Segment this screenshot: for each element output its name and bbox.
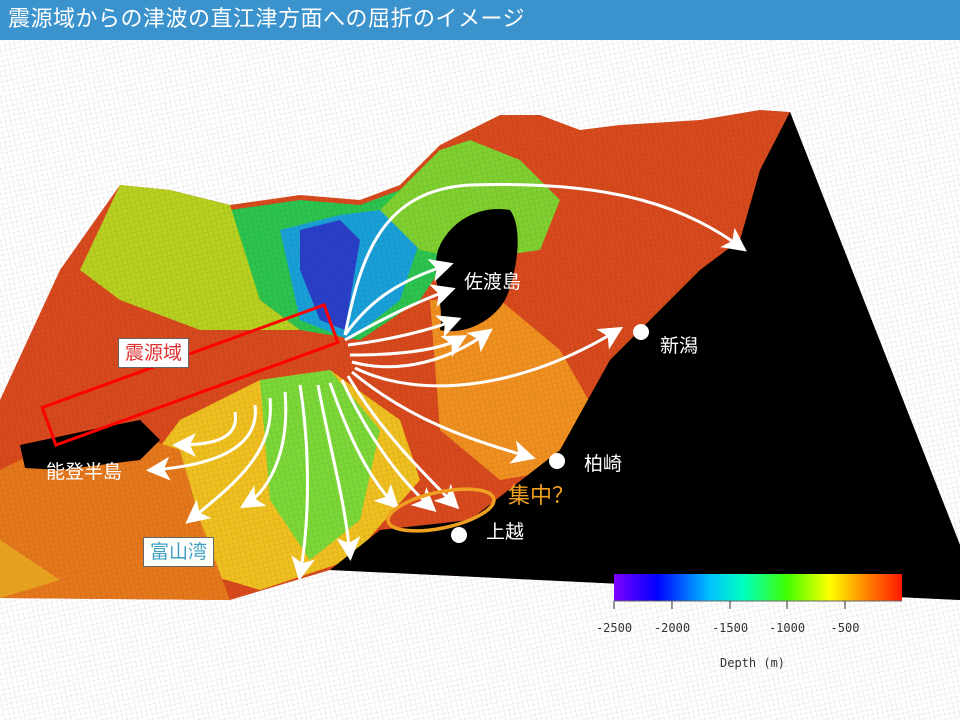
colorbar-tick: -500 xyxy=(830,621,860,635)
title-bar: 震源域からの津波の直江津方面への屈折のイメージ xyxy=(0,0,960,40)
joetsu-label: 上越 xyxy=(486,521,525,543)
colorbar-tick: -2500 xyxy=(595,621,633,635)
niigata-marker xyxy=(633,324,649,340)
colorbar-tick: -1000 xyxy=(768,621,806,635)
colorbar-tick: -2000 xyxy=(653,621,691,635)
noto-peninsula-label: 能登半島 xyxy=(46,461,123,483)
kashiwazaki-label: 柏崎 xyxy=(584,453,623,475)
concentration-label: 集中？ xyxy=(508,484,575,509)
kashiwazaki-marker xyxy=(549,453,565,469)
joetsu-marker xyxy=(451,527,467,543)
terrain-surface xyxy=(0,40,960,720)
colorbar-tick: -1500 xyxy=(711,621,749,635)
toyama-bay-label: 富山湾 xyxy=(143,537,215,567)
bathymetry-figure: 震源域 能登半島 富山湾 佐渡島 新潟 柏崎 上越 集中？ -2500 -200… xyxy=(0,40,960,720)
colorbar-title: Depth (m) xyxy=(720,656,786,670)
source-region-label: 震源域 xyxy=(118,338,190,368)
page-title: 震源域からの津波の直江津方面への屈折のイメージ xyxy=(8,7,526,32)
sado-island-label: 佐渡島 xyxy=(464,271,522,293)
bathymetry-3d-view xyxy=(0,40,960,720)
niigata-label: 新潟 xyxy=(660,335,699,357)
